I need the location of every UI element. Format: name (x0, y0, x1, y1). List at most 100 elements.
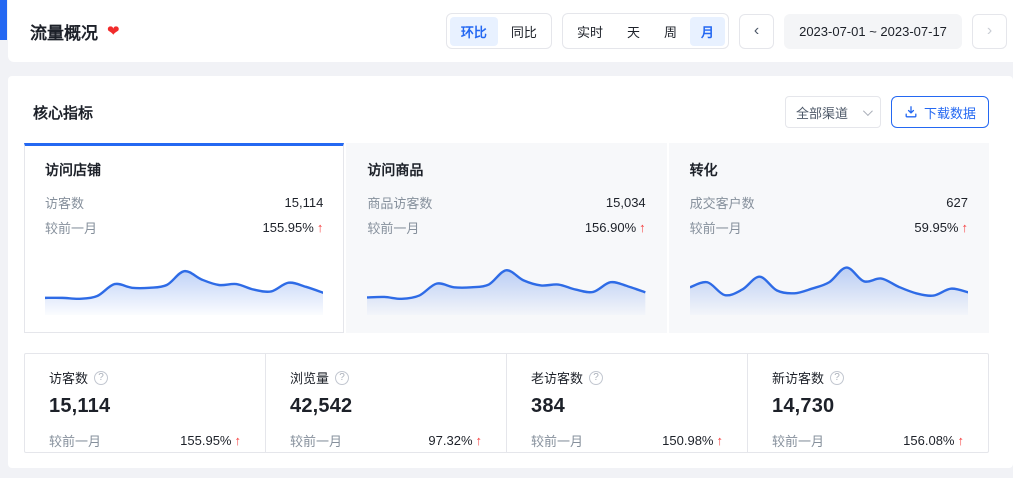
tab-yoy[interactable]: 同比 (500, 17, 548, 46)
metric-label: 老访客数 (531, 368, 583, 387)
card-metric-row: 成交客户数 627 (690, 193, 968, 212)
metric-compare-row: 较前一月 150.98%↑ (531, 431, 723, 450)
heart-icon[interactable]: ❤ (107, 24, 120, 39)
metric-compare-row: 较前一月 156.08%↑ (772, 431, 964, 450)
date-range-text: 2023-07-01 ~ 2023-07-17 (799, 24, 947, 39)
arrow-up-icon: ↑ (639, 220, 646, 235)
tab-card-conversion[interactable]: 转化 成交客户数 627 较前一月 59.95%↑ (669, 143, 989, 333)
chevron-left-icon: ‹ (754, 22, 759, 40)
sparkline-wrap (45, 253, 323, 315)
date-range-picker[interactable]: 2023-07-01 ~ 2023-07-17 (784, 14, 962, 49)
compare-label: 较前一月 (690, 218, 742, 237)
tab-card-visit-shop[interactable]: 访问店铺 访客数 15,114 较前一月 155.95%↑ (24, 143, 344, 333)
metric-visitors: 访客数 ? 15,114 较前一月 155.95%↑ (25, 354, 265, 452)
metric-tab-cards: 访问店铺 访客数 15,114 较前一月 155.95%↑ 访问商品 商品访客数… (24, 143, 989, 333)
metric-returning-visitors: 老访客数 ? 384 较前一月 150.98%↑ (506, 354, 747, 452)
metric-label: 访客数 (49, 368, 88, 387)
tab-card-visit-product[interactable]: 访问商品 商品访客数 15,034 较前一月 156.90%↑ (346, 143, 666, 333)
help-icon[interactable]: ? (94, 371, 108, 385)
sparkline-wrap (367, 253, 645, 315)
card-metric-row: 访客数 15,114 (45, 193, 323, 212)
page-title: 流量概况 (30, 19, 98, 44)
tab-realtime[interactable]: 实时 (566, 17, 614, 46)
metric-label-row: 访客数 ? (49, 368, 241, 387)
metric-value: 15,114 (49, 395, 241, 418)
compare-value: 150.98%↑ (662, 433, 723, 448)
card-metric-row: 商品访客数 15,034 (367, 193, 645, 212)
period-segment: 实时 天 周 月 (562, 13, 729, 49)
metric-label: 访客数 (45, 193, 84, 212)
compare-value: 156.08%↑ (903, 433, 964, 448)
arrow-up-icon: ↑ (235, 433, 242, 448)
arrow-up-icon: ↑ (717, 433, 724, 448)
sparkline-chart-conversion (690, 253, 968, 315)
download-label: 下载数据 (924, 103, 976, 122)
metric-compare-row: 较前一月 97.32%↑ (290, 431, 482, 450)
channel-select-value: 全部渠道 (796, 103, 848, 122)
compare-value: 155.95%↑ (180, 433, 241, 448)
metric-label-row: 老访客数 ? (531, 368, 723, 387)
metric-pageviews: 浏览量 ? 42,542 较前一月 97.32%↑ (265, 354, 506, 452)
metric-new-visitors: 新访客数 ? 14,730 较前一月 156.08%↑ (747, 354, 988, 452)
prev-period-button[interactable]: ‹ (739, 14, 774, 49)
panel-head: 核心指标 全部渠道 下载数据 (24, 96, 989, 128)
compare-label: 较前一月 (49, 431, 101, 450)
download-icon (904, 105, 918, 119)
traffic-overview-page: 流量概况 ❤ 环比 同比 实时 天 周 月 ‹ 2023-07-01 ~ 202… (0, 0, 1013, 478)
core-metrics-panel: 核心指标 全部渠道 下载数据 访问店铺 访客数 (8, 76, 1013, 468)
compare-value: 59.95%↑ (914, 220, 968, 235)
help-icon[interactable]: ? (335, 371, 349, 385)
chevron-down-icon (863, 106, 873, 116)
card-compare-row: 较前一月 155.95%↑ (45, 218, 323, 237)
sparkline-chart-visit-product (367, 253, 645, 315)
compare-value: 155.95%↑ (263, 220, 324, 235)
metric-label: 成交客户数 (690, 193, 755, 212)
tab-day[interactable]: 天 (616, 17, 651, 46)
next-period-button[interactable]: › (972, 14, 1007, 49)
tab-mom[interactable]: 环比 (450, 17, 498, 46)
compare-mode-segment: 环比 同比 (446, 13, 552, 49)
arrow-up-icon: ↑ (317, 220, 324, 235)
compare-label: 较前一月 (290, 431, 342, 450)
metric-value: 384 (531, 395, 723, 418)
metric-value: 627 (946, 195, 968, 210)
sparkline-chart-visit-shop (45, 253, 323, 315)
metric-compare-row: 较前一月 155.95%↑ (49, 431, 241, 450)
metric-value: 42,542 (290, 395, 482, 418)
card-title: 转化 (690, 160, 968, 180)
title-wrap: 流量概况 ❤ (30, 19, 120, 44)
compare-value: 156.90%↑ (585, 220, 646, 235)
metric-value: 15,114 (285, 195, 324, 210)
card-compare-row: 较前一月 59.95%↑ (690, 218, 968, 237)
metric-label: 浏览量 (290, 368, 329, 387)
header-bar: 流量概况 ❤ 环比 同比 实时 天 周 月 ‹ 2023-07-01 ~ 202… (8, 0, 1013, 62)
metric-label-row: 新访客数 ? (772, 368, 964, 387)
arrow-up-icon: ↑ (961, 220, 968, 235)
arrow-up-icon: ↑ (958, 433, 965, 448)
metric-label: 商品访客数 (367, 193, 432, 212)
section-title: 核心指标 (24, 102, 93, 123)
left-accent-bar (0, 0, 7, 40)
metric-label-row: 浏览量 ? (290, 368, 482, 387)
sparkline-wrap (690, 253, 968, 315)
compare-label: 较前一月 (45, 218, 97, 237)
channel-select[interactable]: 全部渠道 (785, 96, 881, 128)
compare-label: 较前一月 (531, 431, 583, 450)
panel-head-right: 全部渠道 下载数据 (785, 96, 989, 128)
help-icon[interactable]: ? (589, 371, 603, 385)
chevron-right-icon: › (987, 22, 992, 40)
metric-label: 新访客数 (772, 368, 824, 387)
compare-label: 较前一月 (772, 431, 824, 450)
metric-value: 15,034 (606, 195, 646, 210)
download-data-button[interactable]: 下载数据 (891, 96, 989, 128)
compare-label: 较前一月 (367, 218, 419, 237)
arrow-up-icon: ↑ (476, 433, 483, 448)
help-icon[interactable]: ? (830, 371, 844, 385)
metric-value: 14,730 (772, 395, 964, 418)
header-controls: 环比 同比 实时 天 周 月 ‹ 2023-07-01 ~ 2023-07-17… (446, 13, 1007, 49)
card-title: 访问店铺 (45, 160, 323, 180)
compare-value: 97.32%↑ (428, 433, 482, 448)
tab-week[interactable]: 周 (653, 17, 688, 46)
tab-month[interactable]: 月 (690, 17, 725, 46)
card-compare-row: 较前一月 156.90%↑ (367, 218, 645, 237)
